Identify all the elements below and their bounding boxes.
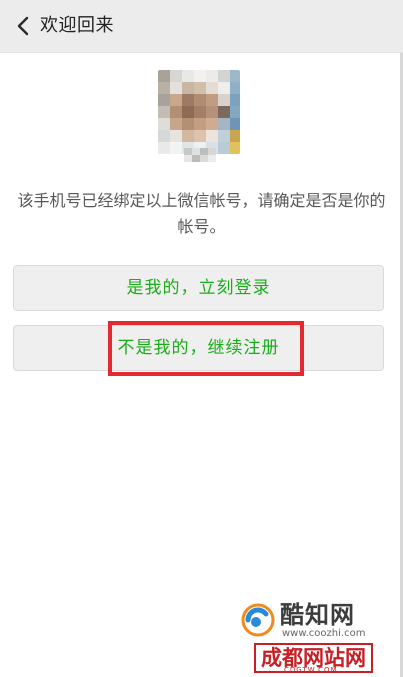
coozhi-logo-icon	[241, 603, 275, 637]
top-bar: 欢迎回来	[0, 0, 403, 53]
page-title: 欢迎回来	[40, 15, 114, 36]
bound-account-message: 该手机号已经绑定以上微信帐号，请确定是否是你的帐号。	[17, 191, 386, 236]
watermark-primary-name: 酷知网	[280, 601, 355, 629]
back-icon[interactable]	[12, 12, 36, 40]
watermark-secondary-url: CDGTW.COM	[284, 666, 338, 674]
watermark-primary-url: www.coozhi.com	[282, 628, 366, 639]
login-button[interactable]: 是我的，立刻登录	[13, 265, 384, 311]
register-button[interactable]: 不是我的，继续注册	[13, 325, 384, 371]
page: 欢迎回来 该手机号已经绑定以上微信帐号，请确定是否是你的帐号。 是我的，立刻登录…	[0, 0, 403, 677]
watermark-coozhi: 酷知网 www.coozhi.com	[240, 601, 380, 644]
nickname-blurred	[184, 148, 216, 162]
avatar	[158, 70, 240, 154]
